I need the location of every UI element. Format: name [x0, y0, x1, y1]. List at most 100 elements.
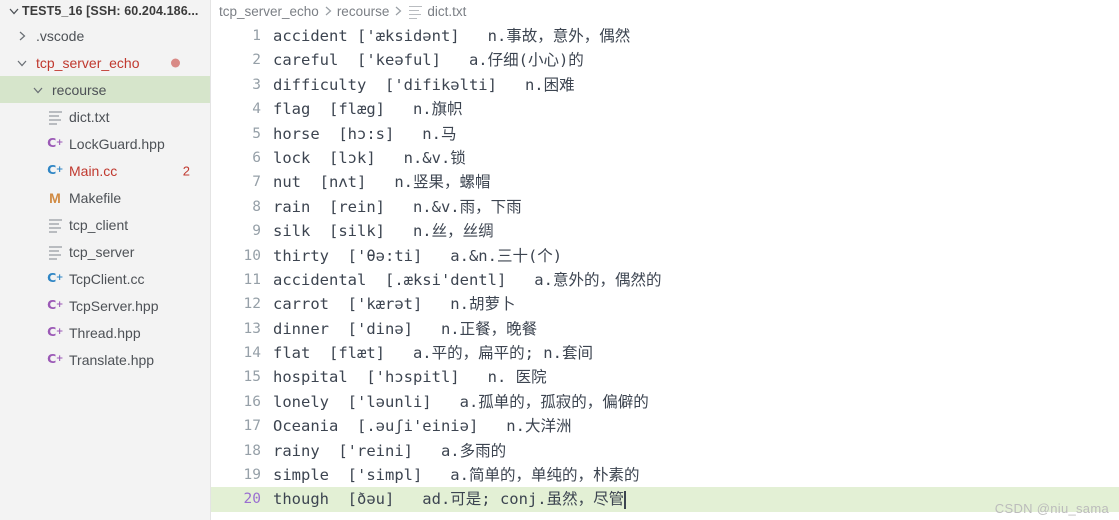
sidebar-item-label: tcp_server_echo — [36, 54, 140, 71]
code-line[interactable]: 18 rainy ['reini] a.多雨的 — [211, 439, 1119, 463]
line-number: 3 — [252, 76, 261, 93]
vscode-window: TEST5_16 [SSH: 60.204.186... .vscode tcp_… — [0, 0, 1119, 520]
line-text[interactable]: rain [rein] n.&v.雨，下雨 — [273, 195, 1119, 219]
file-icon-wrap: C+ — [46, 272, 64, 285]
line-text[interactable]: flag [flæg] n.旗帜 — [273, 97, 1119, 121]
line-text[interactable]: horse [hɔ:s] n.马 — [273, 122, 1119, 146]
line-text[interactable]: flat [flæt] a.平的，扁平的; n.套间 — [273, 341, 1119, 365]
sidebar-item-label: LockGuard.hpp — [69, 135, 165, 152]
line-number: 18 — [243, 442, 261, 459]
line-number: 12 — [243, 296, 261, 313]
sidebar-item-label: Makefile — [69, 189, 122, 206]
chevron-down-icon[interactable] — [14, 55, 30, 71]
breadcrumb-segment[interactable]: recourse — [337, 4, 390, 19]
sidebar-item-main-cc[interactable]: C+ Main.cc 2 — [0, 157, 210, 184]
line-number: 7 — [252, 174, 261, 191]
chevron-right-icon[interactable] — [14, 28, 30, 44]
code-line[interactable]: 4 flag [flæg] n.旗帜 — [211, 97, 1119, 121]
explorer-root-title: TEST5_16 [SSH: 60.204.186... — [22, 4, 199, 18]
line-text[interactable]: lock [lɔk] n.&v.锁 — [273, 146, 1119, 170]
code-editor[interactable]: 1 accident ['æksidənt] n.事故，意外，偶然 2 careful… — [211, 24, 1119, 512]
line-text[interactable]: Oceania [.əuʃi'einiə] n.大洋洲 — [273, 414, 1119, 438]
explorer-file-tree: .vscode tcp_server_echo recourse dict.txt C+… — [0, 22, 210, 373]
code-line[interactable]: 11 accidental [.æksi'dentl] a.意外的，偶然的 — [211, 268, 1119, 292]
code-line[interactable]: 14 flat [flæt] a.平的，扁平的; n.套间 — [211, 341, 1119, 365]
file-icon-wrap — [46, 110, 64, 125]
code-line[interactable]: 9 silk [silk] n.丝，丝绸 — [211, 219, 1119, 243]
sidebar-item-tcp-server-echo[interactable]: tcp_server_echo — [0, 49, 210, 76]
editor-pane: tcp_server_echo recourse dict.txt 1 acciden… — [211, 0, 1119, 520]
code-line[interactable]: 19 simple ['simpl] a.简单的，单纯的，朴素的 — [211, 463, 1119, 487]
breadcrumb-segment[interactable]: dict.txt — [427, 4, 466, 19]
code-line[interactable]: 20 though [ðəu] ad.可是; conj.虽然，尽管 — [211, 487, 1119, 512]
line-number: 14 — [243, 345, 261, 362]
breadcrumb[interactable]: tcp_server_echo recourse dict.txt — [211, 0, 1119, 22]
file-icon-wrap: M — [46, 191, 64, 205]
line-text[interactable]: simple ['simpl] a.简单的，单纯的，朴素的 — [273, 463, 1119, 487]
line-text[interactable]: thirty ['θə:ti] a.&n.三十(个) — [273, 244, 1119, 268]
explorer-root-header[interactable]: TEST5_16 [SSH: 60.204.186... — [0, 0, 210, 22]
code-line[interactable]: 17 Oceania [.əuʃi'einiə] n.大洋洲 — [211, 414, 1119, 438]
sidebar-item-vscode[interactable]: .vscode — [0, 22, 210, 49]
code-line[interactable]: 16 lonely ['ləunli] a.孤单的，孤寂的，偏僻的 — [211, 390, 1119, 414]
file-icon-wrap: C+ — [46, 137, 64, 150]
breadcrumb-segment[interactable]: tcp_server_echo — [219, 4, 319, 19]
file-icon-wrap — [46, 218, 64, 233]
sidebar-item-makefile[interactable]: M Makefile — [0, 184, 210, 211]
sidebar-item-tcp-client[interactable]: tcp_client — [0, 211, 210, 238]
sidebar-item-tcp-server[interactable]: tcp_server — [0, 238, 210, 265]
text-cursor — [624, 490, 626, 509]
line-text[interactable]: dinner ['dinə] n.正餐，晚餐 — [273, 317, 1119, 341]
sidebar-item-label: TcpClient.cc — [69, 270, 145, 287]
line-text[interactable]: hospital ['hɔspitl] n. 医院 — [273, 365, 1119, 389]
line-text[interactable]: accidental [.æksi'dentl] a.意外的，偶然的 — [273, 268, 1119, 292]
chevron-down-icon — [6, 3, 22, 19]
line-number: 9 — [252, 223, 261, 240]
line-number: 15 — [243, 369, 261, 386]
code-line[interactable]: 15 hospital ['hɔspitl] n. 医院 — [211, 365, 1119, 389]
line-number: 1 — [252, 28, 261, 44]
chevron-down-icon[interactable] — [30, 82, 46, 98]
sidebar-item-tcpserver-hpp[interactable]: C+ TcpServer.hpp — [0, 292, 210, 319]
code-line[interactable]: 10 thirty ['θə:ti] a.&n.三十(个) — [211, 244, 1119, 268]
line-number: 10 — [243, 247, 261, 264]
sidebar-item-label: TcpServer.hpp — [69, 297, 159, 314]
sidebar-item-label: dict.txt — [69, 108, 110, 125]
sidebar-item-tcpclient-cc[interactable]: C+ TcpClient.cc — [0, 265, 210, 292]
sidebar-item-dict-txt[interactable]: dict.txt — [0, 103, 210, 130]
sidebar-item-label: tcp_client — [69, 216, 129, 233]
code-line[interactable]: 2 careful ['keəful] a.仔细(小心)的 — [211, 48, 1119, 72]
line-number: 19 — [243, 467, 261, 484]
cpp-file-icon: C+ — [47, 297, 63, 313]
code-line[interactable]: 5 horse [hɔ:s] n.马 — [211, 122, 1119, 146]
sidebar-item-lockguard-hpp[interactable]: C+ LockGuard.hpp — [0, 130, 210, 157]
code-line[interactable]: 13 dinner ['dinə] n.正餐，晚餐 — [211, 317, 1119, 341]
line-text[interactable]: lonely ['ləunli] a.孤单的，孤寂的，偏僻的 — [273, 390, 1119, 414]
text-file-icon — [48, 110, 62, 125]
sidebar-item-label: Translate.hpp — [69, 351, 155, 368]
line-text[interactable]: nut [nʌt] n.竖果，螺帽 — [273, 170, 1119, 194]
line-number: 20 — [243, 491, 261, 508]
line-text[interactable]: difficulty ['difikəlti] n.困难 — [273, 73, 1119, 97]
sidebar-item-translate-hpp[interactable]: C+ Translate.hpp — [0, 346, 210, 373]
sidebar-item-label: Thread.hpp — [69, 324, 141, 341]
makefile-icon: M — [49, 189, 61, 206]
code-line[interactable]: 1 accident ['æksidənt] n.事故，意外，偶然 — [211, 24, 1119, 48]
line-number: 2 — [252, 52, 261, 69]
line-number: 8 — [252, 198, 261, 215]
line-text[interactable]: rainy ['reini] a.多雨的 — [273, 439, 1119, 463]
line-text[interactable]: accident ['æksidənt] n.事故，意外，偶然 — [273, 24, 1119, 48]
code-line[interactable]: 3 difficulty ['difikəlti] n.困难 — [211, 73, 1119, 97]
line-text[interactable]: carrot ['kærət] n.胡萝卜 — [273, 292, 1119, 316]
line-text[interactable]: though [ðəu] ad.可是; conj.虽然，尽管 — [273, 487, 624, 511]
code-line[interactable]: 8 rain [rein] n.&v.雨，下雨 — [211, 195, 1119, 219]
text-file-icon — [48, 218, 62, 233]
code-line[interactable]: 12 carrot ['kærət] n.胡萝卜 — [211, 292, 1119, 316]
code-line[interactable]: 6 lock [lɔk] n.&v.锁 — [211, 146, 1119, 170]
line-text[interactable]: silk [silk] n.丝，丝绸 — [273, 219, 1119, 243]
code-line[interactable]: 7 nut [nʌt] n.竖果，螺帽 — [211, 170, 1119, 194]
line-text[interactable]: careful ['keəful] a.仔细(小心)的 — [273, 48, 1119, 72]
line-number: 4 — [252, 101, 261, 118]
sidebar-item-thread-hpp[interactable]: C+ Thread.hpp — [0, 319, 210, 346]
sidebar-item-recourse[interactable]: recourse — [0, 76, 210, 103]
